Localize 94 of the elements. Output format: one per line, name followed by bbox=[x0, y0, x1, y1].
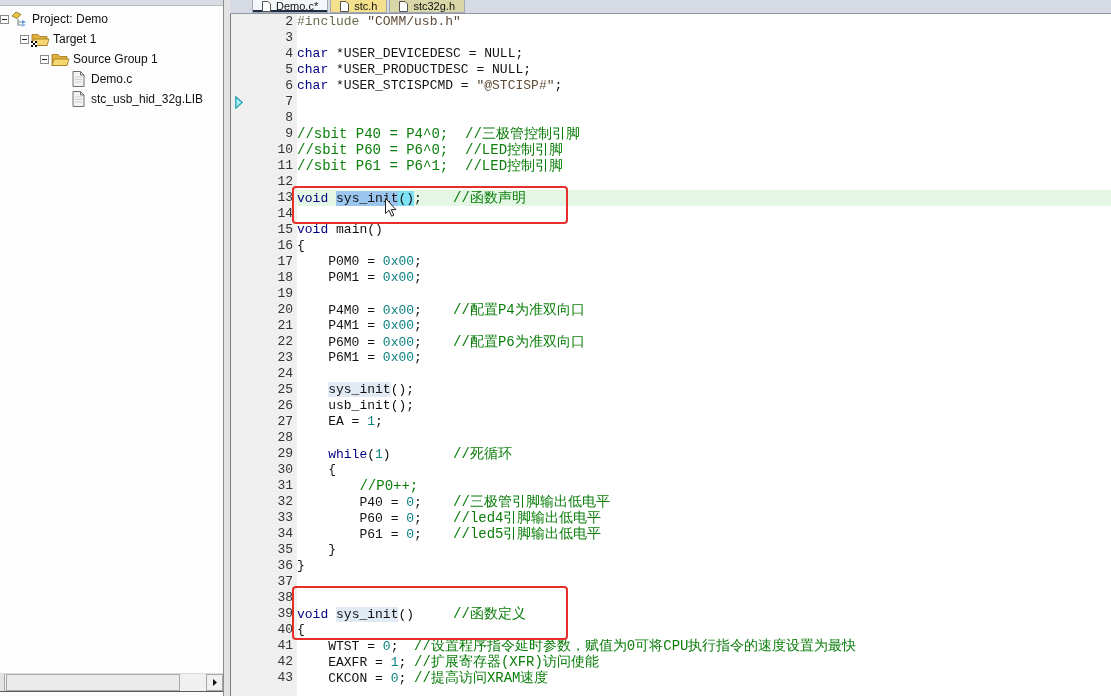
file-icon bbox=[399, 0, 409, 12]
code-line: P60 = 0; //led4引脚输出低电平 bbox=[358, 511, 602, 526]
code-line: { bbox=[297, 622, 305, 637]
editor-tab[interactable]: stc32g.h bbox=[389, 0, 465, 13]
collapse-toggle[interactable] bbox=[40, 54, 49, 64]
line-number: 3 bbox=[285, 30, 294, 46]
code-line: { bbox=[327, 462, 337, 477]
scrollbar-thumb[interactable] bbox=[6, 674, 180, 691]
file-icon bbox=[72, 71, 85, 87]
code-line: char *USER_DEVICEDESC = NULL; bbox=[297, 46, 524, 61]
line-number: 33 bbox=[277, 510, 294, 526]
code-line: P4M1 = 0x00; bbox=[327, 318, 422, 333]
line-number: 8 bbox=[285, 110, 294, 126]
folder-icon bbox=[31, 31, 50, 47]
collapse-toggle[interactable] bbox=[0, 14, 9, 24]
line-number: 25 bbox=[277, 382, 294, 398]
line-number: 2 bbox=[285, 14, 294, 30]
code-line: EAXFR = 1; //扩展寄存器(XFR)访问使能 bbox=[327, 655, 599, 670]
code-line: } bbox=[297, 558, 305, 573]
triangle-right-icon bbox=[212, 679, 217, 686]
line-number: 35 bbox=[277, 542, 294, 558]
line-number: 11 bbox=[277, 158, 294, 174]
code-line: usb_init(); bbox=[327, 398, 415, 413]
line-number: 6 bbox=[285, 78, 294, 94]
line-number: 39 bbox=[277, 606, 294, 622]
line-number: 22 bbox=[277, 334, 294, 350]
line-number: 7 bbox=[285, 94, 294, 110]
code-line: P0M0 = 0x00; bbox=[327, 254, 422, 269]
tree-item[interactable]: Project: Demo bbox=[32, 11, 109, 27]
editor-tab[interactable]: Demo.c* bbox=[252, 0, 329, 13]
code-line: //sbit P61 = P6^1; //LED控制引脚 bbox=[297, 159, 564, 174]
line-number: 40 bbox=[277, 622, 294, 638]
code-line: void sys_init() //函数定义 bbox=[297, 607, 526, 622]
line-number: 38 bbox=[277, 590, 294, 606]
editor-tab[interactable]: stc.h bbox=[330, 0, 388, 13]
code-line: char *USER_STCISPCMD = "@STCISP#"; bbox=[297, 78, 563, 93]
line-number: 41 bbox=[277, 638, 294, 654]
line-number: 21 bbox=[277, 318, 294, 334]
code-line: char *USER_PRODUCTDESC = NULL; bbox=[297, 62, 532, 77]
line-number: 9 bbox=[285, 126, 294, 142]
code-line: P4M0 = 0x00; //配置P4为准双向口 bbox=[327, 303, 585, 318]
code-line: //P0++; bbox=[358, 479, 419, 494]
code-line: void sys_init(); //函数声明 bbox=[297, 191, 526, 206]
code-line: P6M0 = 0x00; //配置P6为准双向口 bbox=[327, 335, 585, 350]
code-line: #include "COMM/usb.h" bbox=[297, 14, 461, 29]
line-number: 30 bbox=[277, 462, 294, 478]
line-number: 24 bbox=[277, 366, 294, 382]
line-number: 13 bbox=[277, 190, 294, 206]
code-line: { bbox=[297, 238, 305, 253]
tree-item[interactable]: Source Group 1 bbox=[73, 51, 158, 67]
line-number: 18 bbox=[277, 270, 294, 286]
line-number: 20 bbox=[277, 302, 294, 318]
code-line: void main() bbox=[297, 222, 383, 237]
line-number: 5 bbox=[285, 62, 294, 78]
line-number: 31 bbox=[277, 478, 294, 494]
tree-item[interactable]: Demo.c bbox=[91, 71, 133, 87]
code-line: EA = 1; bbox=[327, 414, 383, 429]
code-line: P40 = 0; //三极管引脚输出低电平 bbox=[358, 495, 610, 510]
tree-item[interactable]: stc_usb_hid_32g.LIB bbox=[91, 91, 204, 107]
line-number: 4 bbox=[285, 46, 294, 62]
line-number: 37 bbox=[277, 574, 294, 590]
line-number: 27 bbox=[277, 414, 294, 430]
line-number: 26 bbox=[277, 398, 294, 414]
code-line: //sbit P60 = P6^0; //LED控制引脚 bbox=[297, 143, 564, 158]
collapse-toggle[interactable] bbox=[20, 34, 29, 44]
line-number: 23 bbox=[277, 350, 294, 366]
line-number: 36 bbox=[277, 558, 294, 574]
line-number: 43 bbox=[277, 670, 294, 686]
line-number: 34 bbox=[277, 526, 294, 542]
line-number: 28 bbox=[277, 430, 294, 446]
line-number: 10 bbox=[277, 142, 294, 158]
folder-icon bbox=[51, 51, 70, 67]
line-number: 14 bbox=[277, 206, 294, 222]
line-number: 42 bbox=[277, 654, 294, 670]
horizontal-scrollbar[interactable] bbox=[0, 673, 223, 692]
code-line: CKCON = 0; //提高访问XRAM速度 bbox=[327, 671, 549, 686]
line-number: 17 bbox=[277, 254, 294, 270]
line-number: 32 bbox=[277, 494, 294, 510]
code-line: } bbox=[327, 542, 337, 557]
line-number: 12 bbox=[277, 174, 294, 190]
tree-item[interactable]: Target 1 bbox=[53, 31, 97, 47]
code-line: //sbit P40 = P4^0; //三极管控制引脚 bbox=[297, 127, 580, 142]
code-line: P0M1 = 0x00; bbox=[327, 270, 422, 285]
code-line: P61 = 0; //led5引脚输出低电平 bbox=[358, 527, 602, 542]
line-number: 29 bbox=[277, 446, 294, 462]
code-line: while(1) //死循环 bbox=[327, 447, 512, 462]
line-number: 19 bbox=[277, 286, 294, 302]
line-number: 16 bbox=[277, 238, 294, 254]
file-icon bbox=[262, 0, 271, 12]
code-line: P6M1 = 0x00; bbox=[327, 350, 422, 365]
scroll-right-button[interactable] bbox=[206, 674, 223, 691]
line-number: 15 bbox=[277, 222, 294, 238]
file-icon bbox=[340, 0, 350, 12]
file-icon bbox=[72, 91, 85, 107]
